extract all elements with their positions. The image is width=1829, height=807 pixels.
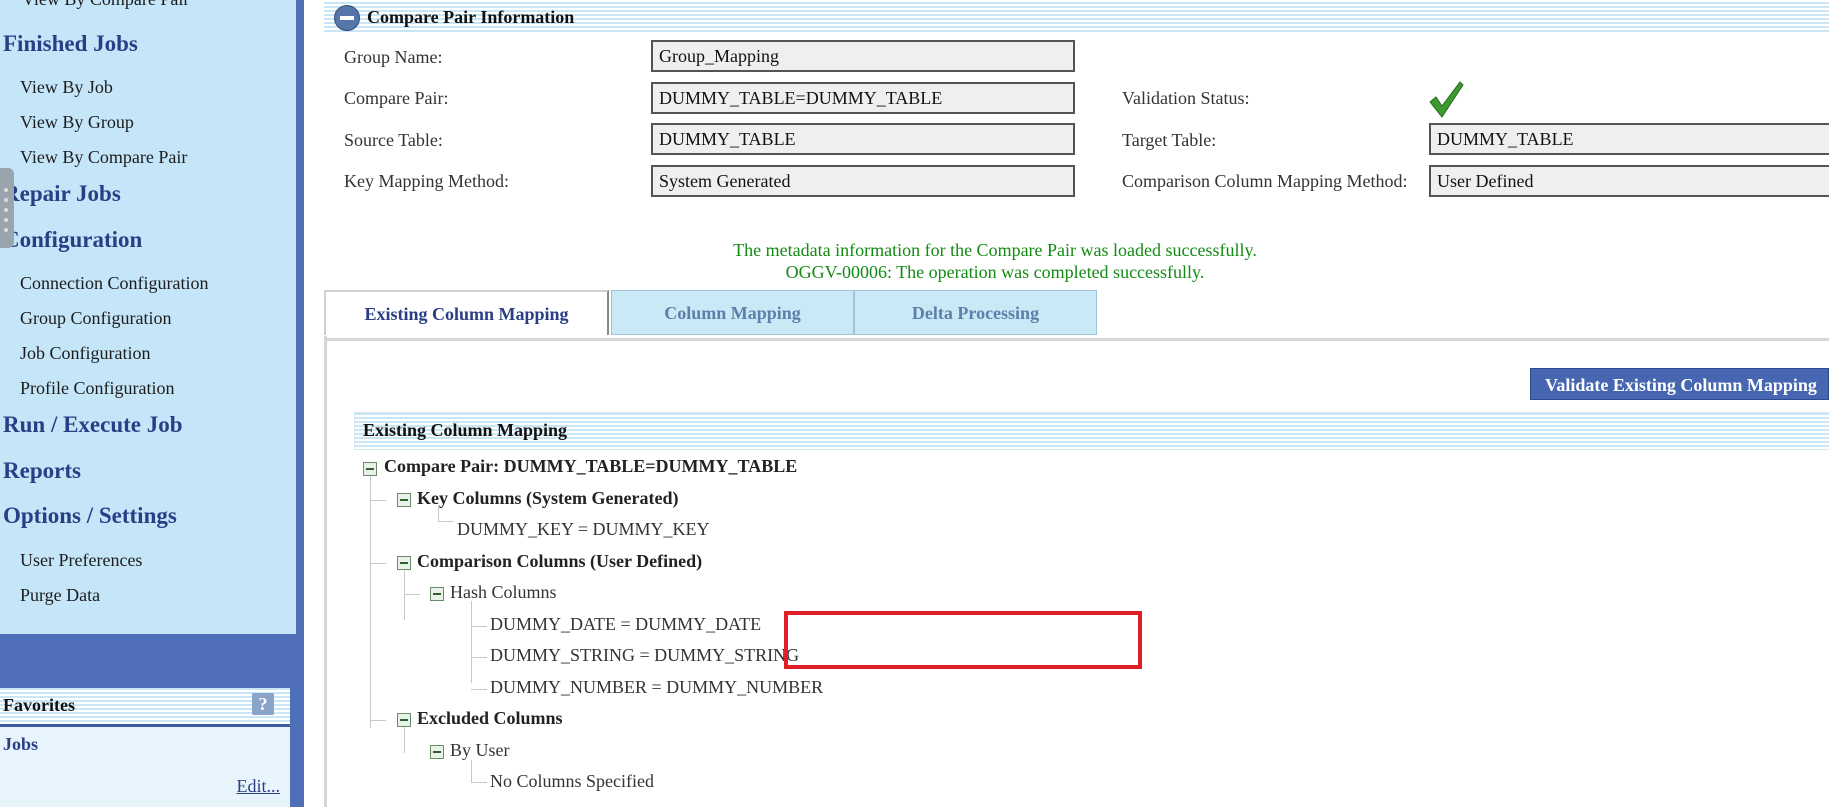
tree-node-comparison-columns[interactable]: Comparison Columns (User Defined) bbox=[417, 551, 702, 572]
check-icon bbox=[1429, 81, 1464, 118]
favorites-header: Favorites ? bbox=[0, 688, 290, 727]
comparison-column-mapping-method-label: Comparison Column Mapping Method: bbox=[1122, 171, 1408, 191]
nav-item-view-by-compare-pair[interactable]: View By Compare Pair bbox=[20, 147, 187, 168]
compare-pair-info-header: Compare Pair Information bbox=[324, 2, 1829, 32]
target-table-field[interactable]: DUMMY_TABLE bbox=[1429, 123, 1829, 155]
existing-column-mapping-title: Existing Column Mapping bbox=[363, 420, 568, 440]
tree-line bbox=[370, 476, 371, 728]
compare-pair-field[interactable]: DUMMY_TABLE=DUMMY_TABLE bbox=[651, 82, 1075, 114]
tree-node-key-columns[interactable]: Key Columns (System Generated) bbox=[417, 488, 678, 509]
nav-item-user-preferences[interactable]: User Preferences bbox=[20, 550, 142, 571]
nav-item-connection-configuration[interactable]: Connection Configuration bbox=[20, 273, 208, 294]
tab-delta-processing[interactable]: Delta Processing bbox=[854, 290, 1097, 335]
tree-line bbox=[404, 727, 405, 753]
tree-node-excluded-columns[interactable]: Excluded Columns bbox=[417, 708, 563, 729]
tree-line bbox=[370, 500, 386, 501]
tree-line bbox=[471, 689, 487, 690]
tree-leaf-dummy-string[interactable]: DUMMY_STRING = DUMMY_STRING bbox=[490, 645, 799, 666]
favorites-edit-link[interactable]: Edit... bbox=[237, 776, 281, 797]
success-message-line1: The metadata information for the Compare… bbox=[733, 240, 1257, 260]
main-content: Compare Pair Information Group Name: Gro… bbox=[304, 0, 1829, 807]
collapse-compare-pair-toggle[interactable] bbox=[363, 462, 377, 476]
group-name-field[interactable]: Group_Mapping bbox=[651, 40, 1075, 72]
tree-line bbox=[404, 594, 420, 595]
source-table-label: Source Table: bbox=[344, 130, 443, 150]
nav-item-view-by-group[interactable]: View By Group bbox=[20, 112, 134, 133]
tree-node-by-user[interactable]: By User bbox=[450, 740, 510, 761]
tree-line bbox=[370, 563, 386, 564]
tree-leaf-no-columns-specified: No Columns Specified bbox=[490, 771, 654, 791]
nav-item-profile-configuration[interactable]: Profile Configuration bbox=[20, 378, 174, 399]
nav-resize-handle[interactable] bbox=[0, 168, 14, 248]
key-mapping-method-field[interactable]: System Generated bbox=[651, 165, 1075, 197]
highlight-box bbox=[784, 611, 1142, 669]
compare-pair-info-title: Compare Pair Information bbox=[367, 7, 575, 27]
collapse-excluded-columns-toggle[interactable] bbox=[397, 713, 411, 727]
nav-item-group-configuration[interactable]: Group Configuration bbox=[20, 308, 171, 329]
left-navigation: View By Compare Pair Finished Jobs View … bbox=[0, 0, 297, 634]
tree-line bbox=[370, 720, 386, 721]
nav-heading-reports[interactable]: Reports bbox=[3, 458, 81, 484]
favorites-panel: Favorites ? Jobs Edit... bbox=[0, 688, 290, 807]
nav-item-view-by-job[interactable]: View By Job bbox=[20, 77, 113, 98]
tree-leaf-dummy-key[interactable]: DUMMY_KEY = DUMMY_KEY bbox=[457, 519, 709, 540]
target-table-label: Target Table: bbox=[1122, 130, 1217, 150]
tree-node-compare-pair[interactable]: Compare Pair: DUMMY_TABLE=DUMMY_TABLE bbox=[384, 456, 797, 477]
nav-item-purge-data[interactable]: Purge Data bbox=[20, 585, 100, 606]
success-message-line2: OGGV-00006: The operation was completed … bbox=[785, 262, 1205, 282]
collapse-hash-columns-toggle[interactable] bbox=[430, 587, 444, 601]
tree-line bbox=[471, 760, 472, 783]
tree-line bbox=[438, 521, 454, 522]
favorites-title: Favorites bbox=[3, 695, 75, 715]
nav-heading-options-settings[interactable]: Options / Settings bbox=[3, 503, 177, 529]
nav-heading-run-execute-job[interactable]: Run / Execute Job bbox=[3, 412, 183, 438]
existing-column-mapping-header: Existing Column Mapping bbox=[354, 412, 1829, 450]
tree-leaf-dummy-date[interactable]: DUMMY_DATE = DUMMY_DATE bbox=[490, 614, 761, 635]
question-icon[interactable]: ? bbox=[252, 693, 274, 715]
tree-line bbox=[471, 657, 487, 658]
tab-column-mapping[interactable]: Column Mapping bbox=[611, 290, 854, 335]
tree-leaf-dummy-number[interactable]: DUMMY_NUMBER = DUMMY_NUMBER bbox=[490, 677, 823, 698]
collapse-comparison-columns-toggle[interactable] bbox=[397, 556, 411, 570]
source-table-field[interactable]: DUMMY_TABLE bbox=[651, 123, 1075, 155]
collapse-by-user-toggle[interactable] bbox=[430, 745, 444, 759]
panel-divider bbox=[296, 0, 304, 807]
tree-line bbox=[471, 782, 487, 783]
tab-existing-column-mapping[interactable]: Existing Column Mapping bbox=[324, 290, 609, 335]
validation-status-label: Validation Status: bbox=[1122, 88, 1250, 108]
collapse-key-columns-toggle[interactable] bbox=[397, 493, 411, 507]
compare-pair-label: Compare Pair: bbox=[344, 88, 449, 108]
tab-bar: Existing Column Mapping Column Mapping D… bbox=[324, 290, 1829, 341]
tree-line bbox=[471, 601, 472, 683]
nav-heading-configuration[interactable]: Configuration bbox=[3, 227, 142, 253]
nav-item-view-by-compare-pair-top[interactable]: View By Compare Pair bbox=[22, 0, 189, 10]
nav-heading-repair-jobs[interactable]: Repair Jobs bbox=[3, 181, 121, 207]
nav-item-job-configuration[interactable]: Job Configuration bbox=[20, 343, 151, 364]
favorites-jobs-link[interactable]: Jobs bbox=[3, 734, 38, 755]
comparison-column-mapping-method-field[interactable]: User Defined bbox=[1429, 165, 1829, 197]
tree-line bbox=[471, 626, 487, 627]
tree-node-hash-columns[interactable]: Hash Columns bbox=[450, 582, 557, 603]
collapse-icon[interactable] bbox=[334, 5, 360, 31]
group-name-label: Group Name: bbox=[344, 47, 443, 67]
validate-existing-column-mapping-button[interactable]: Validate Existing Column Mapping bbox=[1530, 368, 1829, 400]
nav-heading-finished-jobs[interactable]: Finished Jobs bbox=[3, 31, 138, 57]
key-mapping-method-label: Key Mapping Method: bbox=[344, 171, 509, 191]
